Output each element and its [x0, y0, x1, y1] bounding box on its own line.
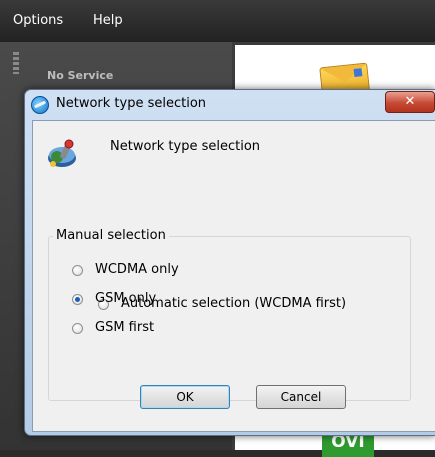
network-settings-icon [48, 139, 76, 167]
grip-handle-icon [13, 52, 19, 74]
dialog-title: Network type selection [56, 96, 207, 111]
menu-help[interactable]: Help [93, 13, 123, 28]
radio-label[interactable]: GSM first [95, 320, 154, 335]
radio-button[interactable] [72, 294, 83, 305]
cancel-button[interactable]: Cancel [256, 385, 346, 409]
radio-button[interactable] [72, 323, 83, 334]
radio-label[interactable]: GSM only [95, 291, 156, 306]
close-icon: ✕ [404, 94, 416, 109]
group-legend: Manual selection [53, 228, 169, 243]
radio-label[interactable]: WCDMA only [95, 262, 179, 277]
app-globe-icon [31, 96, 49, 114]
dialog-titlebar[interactable]: Network type selection ✕ [25, 90, 435, 119]
manual-selection-group: Manual selection WCDMA only GSM only GSM… [48, 228, 411, 401]
menu-bar: Options Help [0, 0, 435, 42]
ok-button[interactable]: OK [140, 385, 230, 409]
menu-options[interactable]: Options [13, 13, 63, 28]
radio-button[interactable] [72, 265, 83, 276]
close-button[interactable]: ✕ [385, 91, 435, 113]
network-type-dialog: Network type selection ✕ Network type se… [24, 89, 435, 436]
status-text: No Service [47, 69, 114, 82]
dialog-content: Network type selection Automatic selecti… [32, 120, 435, 432]
dialog-header-text: Network type selection [110, 139, 261, 154]
